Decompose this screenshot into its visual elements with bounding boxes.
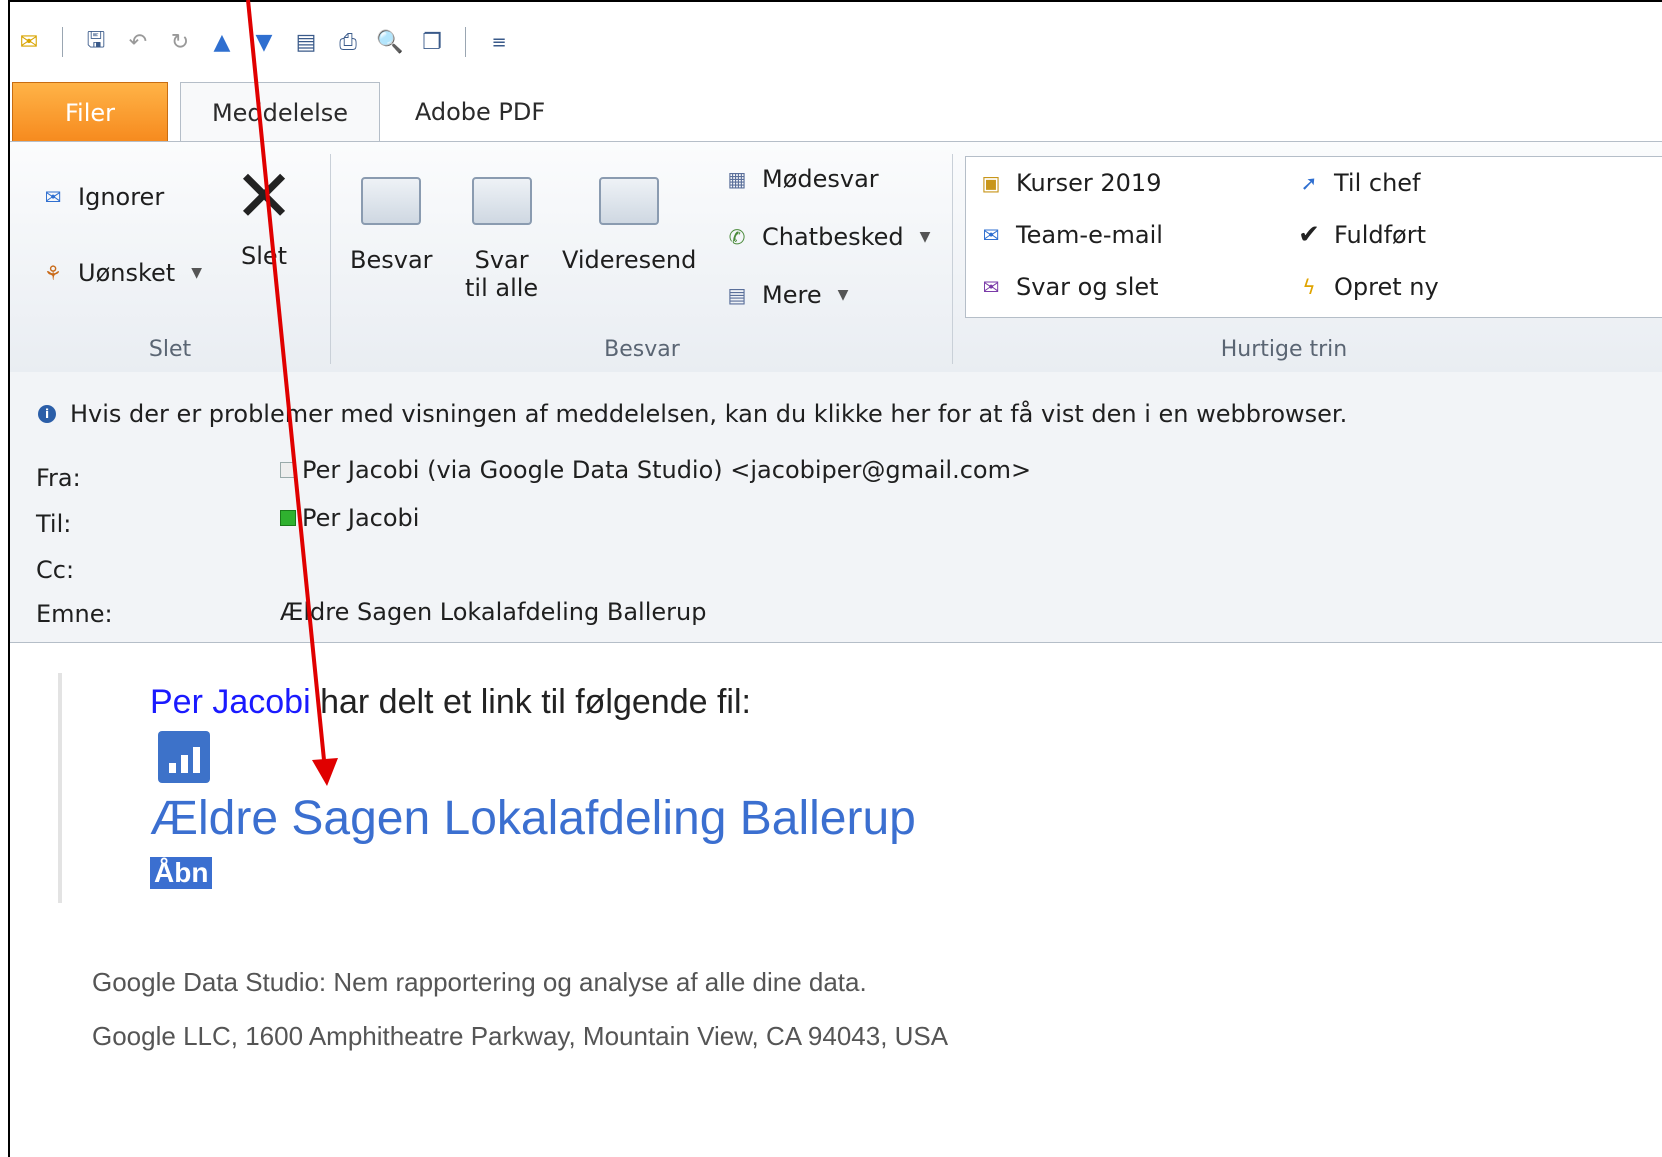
annotation-arrow-line (246, 0, 327, 771)
annotation-arrow-head (312, 758, 338, 786)
annotation-arrow (246, 0, 338, 786)
